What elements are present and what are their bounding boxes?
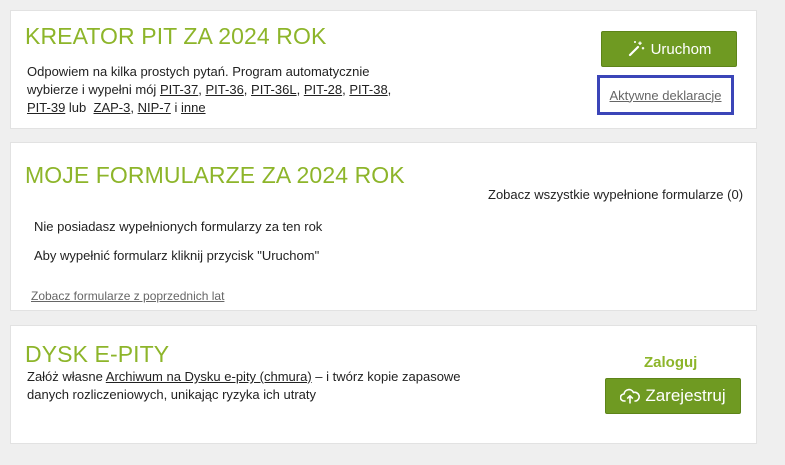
kreator-card: KREATOR PIT ZA 2024 ROK Odpowiem na kilk… xyxy=(10,10,757,129)
archive-link[interactable]: Archiwum na Dysku e-pity (chmura) xyxy=(106,369,312,384)
sep: , xyxy=(198,82,202,97)
register-button[interactable]: Zarejestruj xyxy=(605,378,741,414)
sep: , xyxy=(342,82,346,97)
dysk-desc-line1: Załóż własne Archiwum na Dysku e-pity (c… xyxy=(27,368,507,386)
kreator-description: Odpowiem na kilka prostych pytań. Progra… xyxy=(27,63,447,117)
kreator-title: KREATOR PIT ZA 2024 ROK xyxy=(25,23,327,49)
hint-message: Aby wypełnić formularz kliknij przycisk … xyxy=(34,248,320,263)
dysk-desc-prefix: Załóż własne xyxy=(27,369,103,384)
run-button-label: Uruchom xyxy=(650,40,712,58)
sep: , xyxy=(387,82,392,97)
kreator-desc-line3: PIT-39 lub ZAP-3, NIP-7 i inne xyxy=(27,99,447,117)
active-declarations-highlight: Aktywne deklaracje xyxy=(597,75,734,115)
no-forms-message: Nie posiadasz wypełnionych formularzy za… xyxy=(34,219,323,234)
moje-title: MOJE FORMULARZE ZA 2024 ROK xyxy=(25,162,405,188)
dysk-desc-line2: danych rozliczeniowych, unikając ryzyka … xyxy=(27,387,317,402)
register-button-label: Zarejestruj xyxy=(645,386,726,405)
link-nip-7[interactable]: NIP-7 xyxy=(138,100,171,115)
link-pit-38[interactable]: PIT-38 xyxy=(349,82,387,97)
link-pit-39[interactable]: PIT-39 xyxy=(27,100,65,115)
link-pit-37[interactable]: PIT-37 xyxy=(160,82,198,97)
link-zap-3[interactable]: ZAP-3 xyxy=(94,100,131,115)
sep: , xyxy=(130,100,134,115)
previous-years-link[interactable]: Zobacz formularze z poprzednich lat xyxy=(31,289,224,303)
kreator-desc-line1: Odpowiem na kilka prostych pytań. Progra… xyxy=(27,64,370,79)
dysk-desc-suffix: – i twórz kopie zapasowe xyxy=(315,369,461,384)
run-button[interactable]: Uruchom xyxy=(601,31,737,67)
kreator-desc-prefix: wybierze i wypełni mój xyxy=(27,82,157,97)
see-all-forms-link[interactable]: Zobacz wszystkie wypełnione formularze (… xyxy=(488,187,743,202)
active-declarations-link[interactable]: Aktywne deklaracje xyxy=(610,88,722,103)
moje-card: MOJE FORMULARZE ZA 2024 ROK Zobacz wszys… xyxy=(10,142,757,311)
link-pit-28[interactable]: PIT-28 xyxy=(304,82,342,97)
dysk-description: Załóż własne Archiwum na Dysku e-pity (c… xyxy=(27,368,507,404)
link-pit-36[interactable]: PIT-36 xyxy=(206,82,244,97)
word-i: i xyxy=(174,100,178,115)
sep: , xyxy=(296,82,301,97)
dysk-title: DYSK E-PITY xyxy=(25,341,170,367)
dysk-card: DYSK E-PITY Załóż własne Archiwum na Dys… xyxy=(10,325,757,444)
link-pit-36l[interactable]: PIT-36L xyxy=(251,82,297,97)
link-inne[interactable]: inne xyxy=(181,100,206,115)
sep: , xyxy=(243,82,248,97)
word-lub: lub xyxy=(68,100,87,115)
cloud-upload-icon xyxy=(620,388,641,404)
kreator-desc-line2: wybierze i wypełni mój PIT-37, PIT-36, P… xyxy=(27,81,447,99)
magic-wand-icon xyxy=(627,40,645,58)
login-link[interactable]: Zaloguj xyxy=(644,354,697,371)
